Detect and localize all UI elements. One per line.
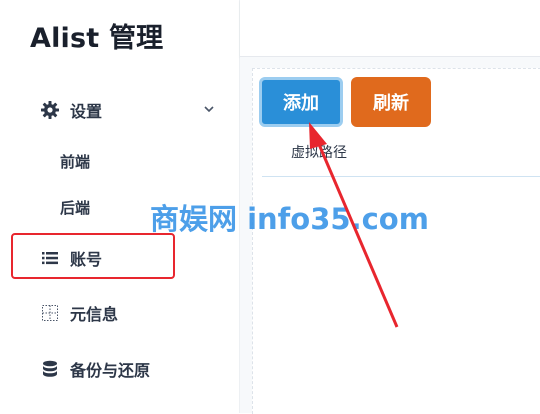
- sidebar-item-meta[interactable]: 元信息: [40, 297, 118, 329]
- grid-dots-icon: [40, 303, 60, 323]
- top-bar: [240, 0, 540, 57]
- sidebar-item-settings-label: 设置: [70, 102, 103, 121]
- app-title: Alist 管理: [30, 23, 164, 54]
- sidebar-item-settings[interactable]: 设置: [40, 94, 102, 126]
- gear-icon: [40, 100, 60, 120]
- chevron-down-icon[interactable]: [202, 102, 216, 116]
- sidebar-item-backup-label: 备份与还原: [70, 361, 151, 380]
- table-header-divider: [262, 176, 540, 177]
- sidebar-subitem-frontend[interactable]: 前端: [60, 147, 90, 175]
- sidebar-item-meta-label: 元信息: [70, 305, 119, 324]
- refresh-button[interactable]: 刷新: [351, 77, 431, 127]
- add-button[interactable]: 添加: [259, 77, 343, 127]
- sidebar-subitem-backend[interactable]: 后端: [60, 193, 90, 221]
- annotation-highlight-box: [11, 233, 175, 279]
- sidebar-item-backup[interactable]: 备份与还原: [40, 353, 150, 385]
- database-icon: [40, 359, 60, 379]
- table-header-virtual-path[interactable]: 虚拟路径: [291, 142, 347, 162]
- watermark: 商娱网 info35.com: [150, 202, 429, 236]
